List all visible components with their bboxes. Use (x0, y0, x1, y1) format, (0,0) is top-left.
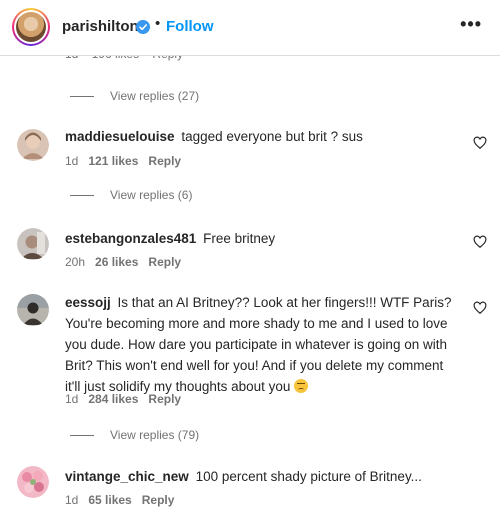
post-header: parishilton • Follow ••• (0, 0, 500, 56)
comment-body: Is that an AI Britney?? Look at her fing… (65, 295, 452, 394)
reply-button[interactable]: Reply (142, 493, 175, 507)
like-heart-icon[interactable] (473, 136, 487, 150)
comment-text: vintange_chic_new 100 percent shady pict… (65, 466, 460, 487)
comment-time: 1d (65, 392, 79, 406)
commenter-avatar[interactable] (17, 228, 49, 260)
comment-time: 20h (65, 255, 86, 269)
comment-meta: 1d 284 likes Reply (65, 392, 181, 406)
header-username[interactable]: parishilton (62, 18, 139, 35)
like-heart-icon[interactable] (473, 235, 487, 249)
header-separator: • (155, 15, 161, 32)
avatar-photo (16, 12, 46, 42)
commenter-avatar[interactable] (17, 294, 49, 326)
unamused-face-emoji-icon (294, 379, 309, 393)
view-replies-button[interactable]: View replies (79) (70, 428, 199, 442)
comment-time: 1d (65, 493, 79, 507)
replies-divider (70, 434, 94, 436)
follow-button[interactable]: Follow (166, 18, 214, 35)
comment-time: 1d (65, 154, 79, 168)
comment-meta: 20h 26 likes Reply (65, 255, 181, 269)
comment-username[interactable]: estebangonzales481 (65, 231, 196, 246)
view-replies-button[interactable]: View replies (6) (70, 188, 192, 202)
comment-text: estebangonzales481 Free britney (65, 228, 460, 249)
comment-text: maddiesuelouise tagged everyone but brit… (65, 126, 460, 147)
commenter-avatar[interactable] (17, 466, 49, 498)
comment-username[interactable]: vintange_chic_new (65, 469, 189, 484)
commenter-avatar[interactable] (17, 129, 49, 161)
view-replies-button[interactable]: View replies (27) (70, 89, 199, 103)
replies-divider (70, 194, 94, 196)
comment-body: Free britney (203, 231, 276, 246)
reply-button[interactable]: Reply (148, 154, 181, 168)
comment-likes[interactable]: 121 likes (88, 154, 138, 168)
reply-button[interactable]: Reply (148, 255, 181, 269)
comment-body: tagged everyone but brit ? sus (181, 129, 363, 144)
comment-likes[interactable]: 26 likes (95, 255, 138, 269)
view-replies-label: View replies (27) (110, 89, 200, 103)
comment-likes[interactable]: 65 likes (88, 493, 131, 507)
comment-username[interactable]: maddiesuelouise (65, 129, 175, 144)
comment-text: eessojj Is that an AI Britney?? Look at … (65, 292, 460, 397)
reply-button[interactable]: Reply (148, 392, 181, 406)
verified-badge-icon (136, 20, 150, 34)
profile-avatar[interactable] (12, 8, 50, 46)
replies-divider (70, 95, 94, 97)
avatar-inner (14, 10, 48, 44)
comment-likes[interactable]: 284 likes (88, 392, 138, 406)
comment-meta: 1d 65 likes Reply (65, 493, 174, 507)
view-replies-label: View replies (6) (110, 188, 193, 202)
view-replies-label: View replies (79) (110, 428, 200, 442)
comment-username[interactable]: eessojj (65, 295, 111, 310)
like-heart-icon[interactable] (473, 301, 487, 315)
comment-body: 100 percent shady picture of Britney... (195, 469, 422, 484)
comment-meta: 1d 121 likes Reply (65, 154, 181, 168)
more-options-icon[interactable]: ••• (460, 14, 482, 35)
